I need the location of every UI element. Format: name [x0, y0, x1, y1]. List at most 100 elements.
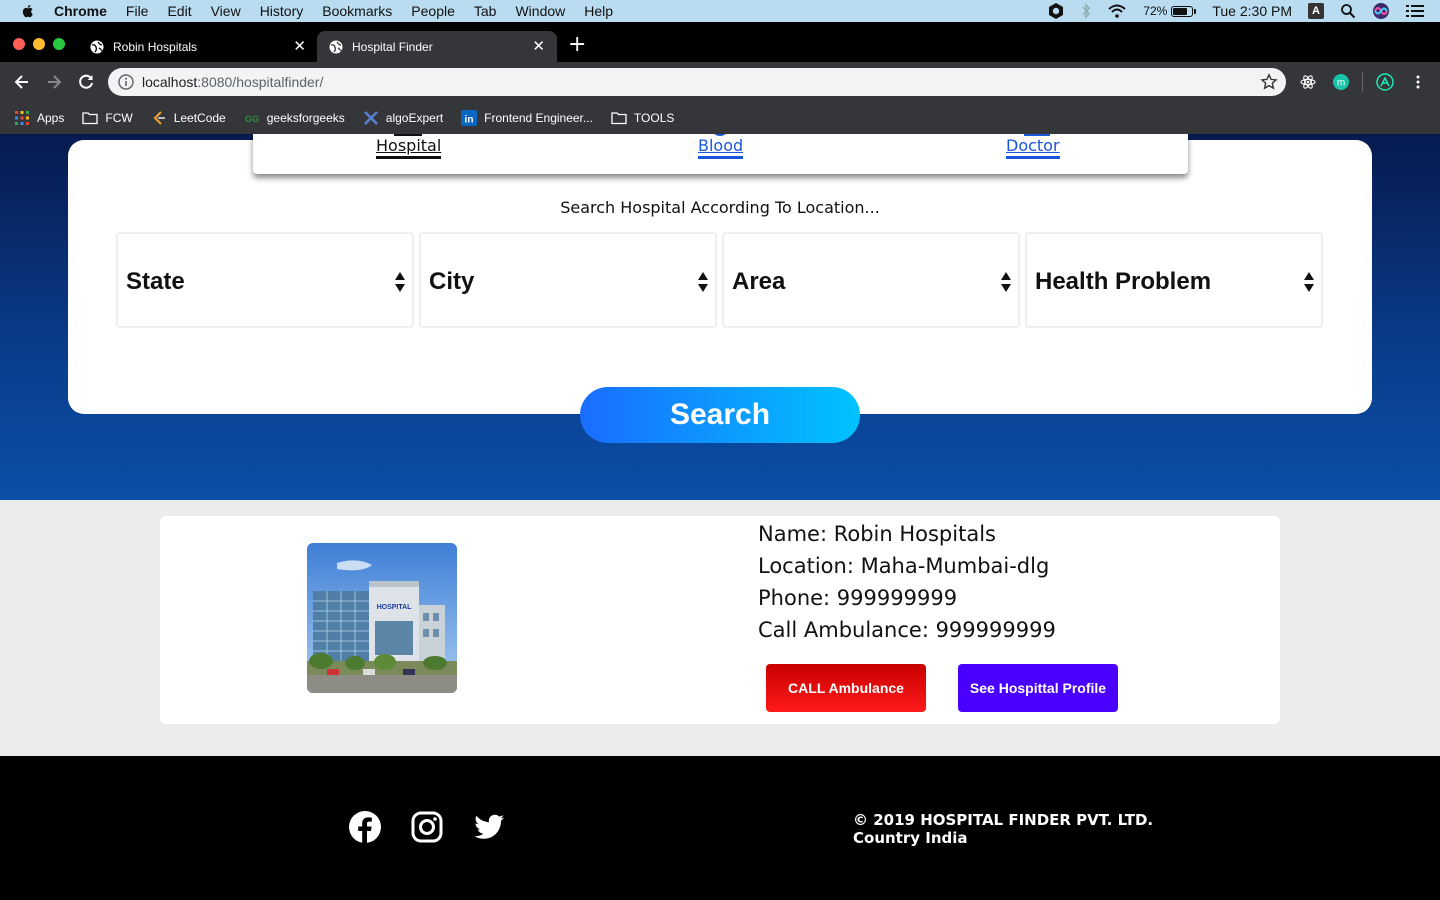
select-arrows-icon — [1001, 272, 1011, 292]
hospital-image[interactable]: HOSPITAL — [307, 543, 457, 693]
react-devtools-icon[interactable] — [1300, 74, 1316, 90]
browser-tab-strip: Robin Hospitals ✕ Hospital Finder ✕ + — [0, 22, 1440, 62]
doctor-icon — [1024, 134, 1050, 136]
back-icon[interactable] — [12, 72, 32, 92]
search-caption: Search Hospital According To Location... — [560, 198, 880, 217]
browser-tab-robin-hospitals[interactable]: Robin Hospitals ✕ — [78, 31, 318, 62]
leetcode-icon — [153, 111, 165, 125]
call-ambulance-button[interactable]: CALL Ambulance — [766, 664, 926, 712]
zoom-window-icon[interactable] — [53, 38, 65, 50]
site-info-icon[interactable] — [118, 74, 134, 90]
copyright-text: © 2019 HOSPITAL FINDER PVT. LTD. — [853, 811, 1154, 829]
battery-indicator[interactable]: 72% — [1143, 4, 1197, 18]
apps-grid-icon — [15, 111, 29, 125]
browser-tab-hospital-finder[interactable]: Hospital Finder ✕ — [317, 31, 557, 62]
hospital-icon — [394, 134, 422, 136]
menu-view[interactable]: View — [211, 3, 241, 19]
linkedin-icon: in — [461, 110, 478, 126]
siri-icon[interactable] — [1372, 2, 1390, 20]
tab-title: Hospital Finder — [352, 39, 433, 54]
bookmark-leetcode[interactable]: LeetCode — [151, 110, 226, 126]
close-tab-icon[interactable]: ✕ — [293, 39, 306, 54]
bookmark-geeksforgeeks[interactable]: GG geeksforgeeks — [244, 110, 345, 126]
city-select[interactable]: City — [419, 232, 717, 328]
select-label: Area — [732, 268, 786, 295]
apple-icon[interactable] — [20, 3, 36, 19]
minimize-window-icon[interactable] — [33, 38, 45, 50]
close-tab-icon[interactable]: ✕ — [532, 39, 545, 54]
close-window-icon[interactable] — [13, 38, 25, 50]
forward-icon[interactable] — [44, 72, 64, 92]
hospital-result-card: HOSPITAL Name: Robin Hospitals Location:… — [160, 516, 1280, 724]
toolbar-divider — [1362, 72, 1363, 92]
svg-text:in: in — [465, 115, 474, 126]
bookmark-frontend-engineer[interactable]: in Frontend Engineer... — [461, 110, 593, 126]
active-tab-underline — [376, 156, 442, 159]
gfg-icon: GG — [245, 114, 259, 124]
bookmark-label: algoExpert — [385, 111, 444, 125]
hospital-ambulance-number: Call Ambulance: 999999999 — [758, 618, 1056, 642]
see-hospital-profile-button[interactable]: See Hospittal Profile — [958, 664, 1118, 712]
hospital-location: Location: Maha-Mumbai-dlg — [758, 554, 1050, 578]
extension-m-icon[interactable]: m — [1333, 74, 1349, 90]
battery-percent: 72% — [1143, 4, 1168, 18]
input-source-icon[interactable]: A — [1308, 3, 1324, 19]
profile-avatar-icon[interactable] — [1376, 73, 1394, 91]
bookmark-label: Frontend Engineer... — [484, 111, 593, 125]
bookmark-fcw[interactable]: FCW — [82, 110, 133, 126]
hero-section: Search Hospital According To Location...… — [0, 134, 1440, 500]
page-footer: © 2019 HOSPITAL FINDER PVT. LTD. Country… — [0, 756, 1440, 900]
menu-app-name[interactable]: Chrome — [54, 3, 107, 19]
bookmark-algoexpert[interactable]: algoExpert — [363, 110, 443, 126]
menu-history[interactable]: History — [260, 3, 304, 19]
area-select[interactable]: Area — [722, 232, 1020, 328]
tab-hospital[interactable]: Hospital — [376, 134, 442, 159]
status-app-icon[interactable] — [1047, 2, 1065, 20]
address-bar[interactable]: localhost:8080/hospitalfinder/ — [108, 68, 1286, 96]
menu-people[interactable]: People — [411, 3, 455, 19]
tab-label: Hospital — [376, 136, 442, 155]
bookmark-star-icon[interactable] — [1260, 73, 1278, 91]
notification-center-icon[interactable] — [1406, 4, 1424, 18]
bookmark-tools[interactable]: TOOLS — [611, 110, 674, 126]
menu-clock[interactable]: Tue 2:30 PM — [1212, 3, 1292, 19]
health-problem-select[interactable]: Health Problem — [1025, 232, 1323, 328]
search-type-tabs: Hospital Blood Doctor — [253, 134, 1188, 174]
battery-icon — [1171, 5, 1194, 17]
bluetooth-icon[interactable] — [1081, 3, 1091, 19]
browser-toolbar: localhost:8080/hospitalfinder/ m — [0, 62, 1440, 102]
select-label: Health Problem — [1035, 268, 1212, 295]
country-text: Country India — [853, 829, 968, 847]
tab-blood[interactable]: Blood — [698, 134, 744, 159]
hospital-sign-text: HOSPITAL — [377, 604, 413, 611]
menu-edit[interactable]: Edit — [167, 3, 191, 19]
facebook-icon[interactable] — [348, 810, 382, 844]
bookmark-apps[interactable]: Apps — [14, 110, 64, 126]
bookmark-label: TOOLS — [633, 111, 675, 125]
tab-underline — [1006, 156, 1060, 159]
blood-drop-icon — [714, 134, 726, 136]
select-label: State — [126, 268, 185, 295]
state-select[interactable]: State — [116, 232, 414, 328]
menu-file[interactable]: File — [126, 3, 149, 19]
folder-icon — [611, 112, 627, 125]
spotlight-search-icon[interactable] — [1340, 3, 1356, 19]
menu-tab[interactable]: Tab — [474, 3, 497, 19]
reload-icon[interactable] — [76, 72, 96, 92]
globe-icon — [329, 40, 343, 53]
search-button[interactable]: Search — [580, 387, 860, 443]
twitter-icon[interactable] — [472, 810, 506, 844]
browser-menu-icon[interactable] — [1410, 74, 1426, 90]
wifi-icon[interactable] — [1107, 3, 1127, 19]
menu-bookmarks[interactable]: Bookmarks — [322, 3, 392, 19]
folder-icon — [82, 112, 99, 125]
menu-window[interactable]: Window — [515, 3, 565, 19]
instagram-icon[interactable] — [410, 810, 444, 844]
macos-menu-bar: Chrome File Edit View History Bookmarks … — [0, 0, 1440, 22]
tab-label: Blood — [698, 136, 744, 155]
svg-text:m: m — [1337, 78, 1345, 89]
new-tab-button[interactable]: + — [568, 34, 586, 56]
menu-help[interactable]: Help — [584, 3, 613, 19]
tab-doctor[interactable]: Doctor — [1006, 134, 1060, 159]
bookmark-label: Apps — [37, 111, 65, 125]
